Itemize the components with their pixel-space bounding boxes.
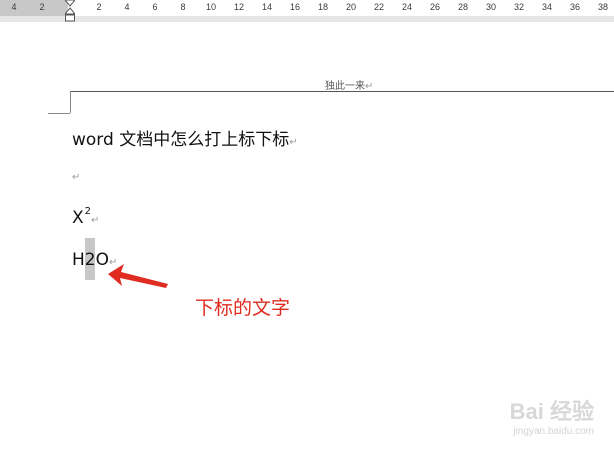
horizontal-ruler[interactable]: 4 2 2 4 6 8 10 12 14 16 18 20 22 24 26 2… (0, 0, 614, 22)
ruler-number: 2 (96, 2, 102, 12)
document-page: 4 2 2 4 6 8 10 12 14 16 18 20 22 24 26 2… (0, 0, 614, 451)
watermark-logo: Bai 经验 (509, 399, 594, 424)
ruler-number: 38 (597, 2, 609, 12)
ruler-number: 4 (124, 2, 130, 12)
ruler-number: 36 (569, 2, 581, 12)
red-arrow-icon (108, 264, 168, 288)
ruler-number: 28 (457, 2, 469, 12)
ruler-number: 4 (11, 2, 17, 12)
ruler-number: 16 (289, 2, 301, 12)
ruler-number: 34 (541, 2, 553, 12)
header-separator (71, 91, 614, 92)
annotation-label: 下标的文字 (195, 297, 291, 319)
ruler-number: 2 (39, 2, 45, 12)
empty-paragraph[interactable]: ↵ (72, 172, 80, 183)
watermark: Bai 经验 jingyan.baidu.com (510, 394, 594, 437)
margin-corner-vertical (70, 91, 71, 113)
ruler-number: 22 (373, 2, 385, 12)
indent-marker-icon[interactable] (65, 0, 75, 22)
superscript-base: X (72, 208, 84, 228)
ruler-number: 18 (317, 2, 329, 12)
paragraph-mark-icon: ↵ (289, 137, 298, 148)
paragraph-mark-icon: ↵ (91, 215, 100, 226)
ruler-number: 12 (233, 2, 245, 12)
ruler-number: 6 (152, 2, 158, 12)
ruler-lower-band (0, 16, 614, 22)
ruler-number: 14 (261, 2, 273, 12)
ruler-number: 10 (205, 2, 217, 12)
page-header[interactable]: 独此一来↵ (325, 77, 373, 92)
superscript-paragraph[interactable]: X2↵ (72, 206, 100, 228)
ruler-number: 26 (429, 2, 441, 12)
ruler-number: 20 (345, 2, 357, 12)
title-text: word 文档中怎么打上标下标 (72, 130, 290, 150)
title-paragraph[interactable]: word 文档中怎么打上标下标↵ (72, 125, 298, 150)
paragraph-mark-icon: ↵ (72, 172, 81, 183)
margin-corner-horizontal (48, 113, 70, 114)
ruler-left-margin (0, 0, 68, 16)
ruler-number: 8 (180, 2, 186, 12)
ruler-number: 32 (513, 2, 525, 12)
superscript-text: 2 (84, 206, 92, 217)
ruler-number: 24 (401, 2, 413, 12)
watermark-url: jingyan.baidu.com (513, 426, 594, 437)
ruler-number: 30 (485, 2, 497, 12)
